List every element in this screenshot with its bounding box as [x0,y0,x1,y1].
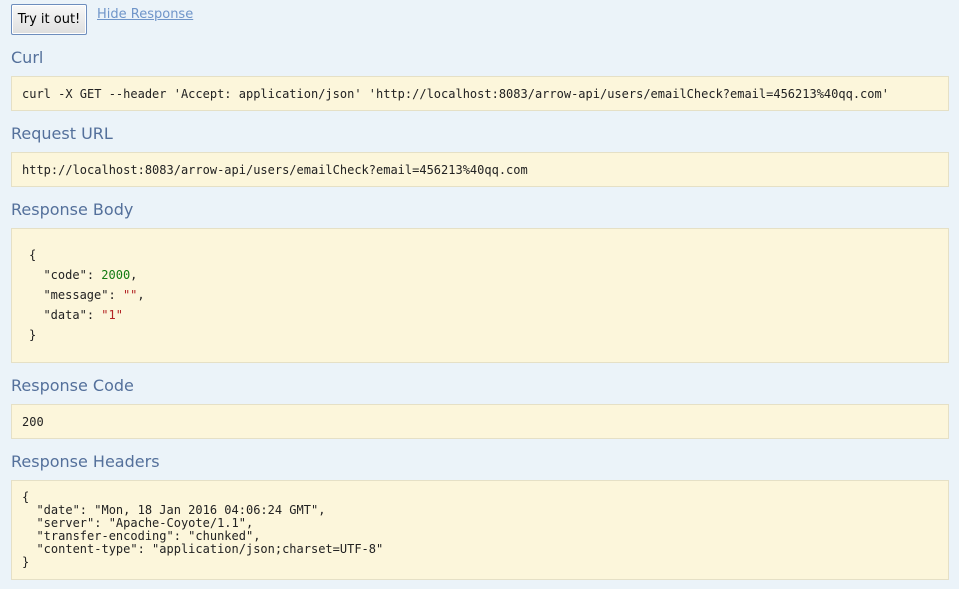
json-separator: : [108,288,123,302]
curl-command-block: curl -X GET --header 'Accept: applicatio… [11,76,949,111]
response-body-heading: Response Body [11,200,134,219]
json-key: "message" [43,288,109,302]
json-comma: , [130,268,138,282]
response-headers-heading: Response Headers [11,452,160,471]
json-line-code: "code": 2000, [43,268,137,282]
response-code-heading: Response Code [11,376,134,395]
json-string-value: "" [122,288,138,302]
request-url-heading: Request URL [11,124,113,143]
json-number-value: 2000 [101,268,131,282]
json-close-brace: } [29,328,37,342]
try-it-out-button[interactable]: Try it out! [11,4,87,35]
json-key: "code" [43,268,87,282]
json-separator: : [86,308,102,322]
json-line-message: "message": "", [43,288,144,302]
top-bar: Try it out! Hide Response [11,4,193,36]
response-code-block: 200 [11,404,949,439]
response-headers-block: { "date": "Mon, 18 Jan 2016 04:06:24 GMT… [11,480,949,580]
json-comma: , [137,288,145,302]
json-separator: : [86,268,102,282]
json-key: "data" [43,308,87,322]
request-url-block: http://localhost:8083/arrow-api/users/em… [11,152,949,187]
json-open-brace: { [29,248,37,262]
response-body-block: { "code": 2000, "message": "", "data": "… [11,228,949,363]
curl-heading: Curl [11,48,44,67]
hide-response-link[interactable]: Hide Response [97,7,193,22]
json-string-value: "1" [101,308,123,322]
json-line-data: "data": "1" [43,308,123,322]
